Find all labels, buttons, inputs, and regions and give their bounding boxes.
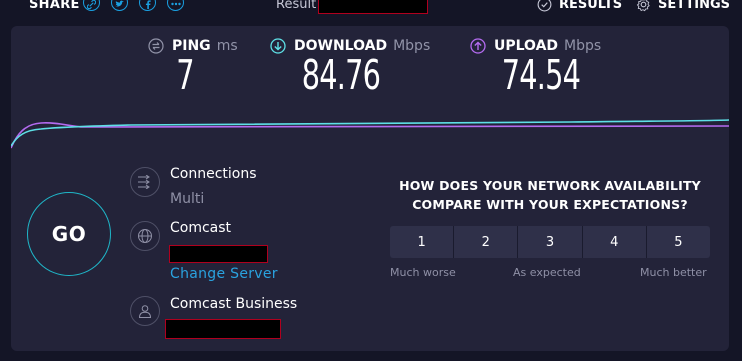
download-graph-line: [11, 119, 729, 147]
rating-option-4[interactable]: 4: [582, 226, 647, 258]
provider-ip-redacted: [165, 319, 281, 339]
settings-label: SETTINGS: [658, 0, 731, 12]
check-circle-icon: [537, 0, 552, 12]
download-unit: Mbps: [393, 38, 431, 54]
user-icon: [130, 296, 160, 326]
results-label: RESULTS: [559, 0, 623, 12]
rating-high-label: Much better: [640, 266, 707, 279]
results-panel: PING ms 7 DOWNLOAD Mbps 84.76 UPLOAD Mbp…: [11, 26, 729, 351]
server-location-redacted: [169, 245, 268, 263]
result-label: Result: [276, 0, 317, 12]
ping-value: 7: [176, 51, 194, 99]
rating-option-1[interactable]: 1: [390, 226, 455, 258]
gear-icon: [636, 0, 650, 12]
survey-question: HOW DOES YOUR NETWORK AVAILABILITY COMPA…: [399, 178, 701, 212]
rating-option-2[interactable]: 2: [454, 226, 519, 258]
ping-icon: [148, 38, 164, 54]
rating-option-5[interactable]: 5: [646, 226, 711, 258]
change-server-link[interactable]: Change Server: [170, 266, 278, 282]
rating-scale: 1 2 3 4 5: [390, 226, 711, 258]
download-icon: [270, 38, 286, 54]
link-icon[interactable]: [83, 0, 100, 11]
rating-option-3[interactable]: 3: [518, 226, 583, 258]
result-id-redacted: [318, 0, 428, 14]
connections-icon: [130, 167, 160, 197]
go-label: GO: [51, 222, 87, 246]
more-icon[interactable]: [167, 0, 184, 11]
provider-title: Comcast Business: [170, 296, 298, 312]
top-bar: SHARE Result RESULTS SETTINGS: [0, 0, 742, 16]
rating-mid-label: As expected: [513, 266, 581, 279]
speed-graph: [11, 119, 729, 149]
upload-icon: [470, 38, 486, 54]
settings-link[interactable]: SETTINGS: [636, 0, 730, 12]
facebook-icon[interactable]: [139, 0, 156, 11]
server-title: Comcast: [170, 220, 232, 236]
download-value: 84.76: [301, 51, 381, 99]
connections-value: Multi: [170, 191, 205, 207]
share-label: SHARE: [29, 0, 80, 12]
upload-value: 74.54: [501, 51, 581, 99]
upload-graph-line: [11, 122, 729, 149]
twitter-icon[interactable]: [111, 0, 128, 11]
connections-title: Connections: [170, 166, 257, 182]
go-button[interactable]: GO: [27, 192, 111, 276]
rating-low-label: Much worse: [390, 266, 456, 279]
results-link[interactable]: RESULTS: [537, 0, 622, 12]
globe-icon: [130, 221, 160, 251]
ping-unit: ms: [216, 38, 238, 54]
